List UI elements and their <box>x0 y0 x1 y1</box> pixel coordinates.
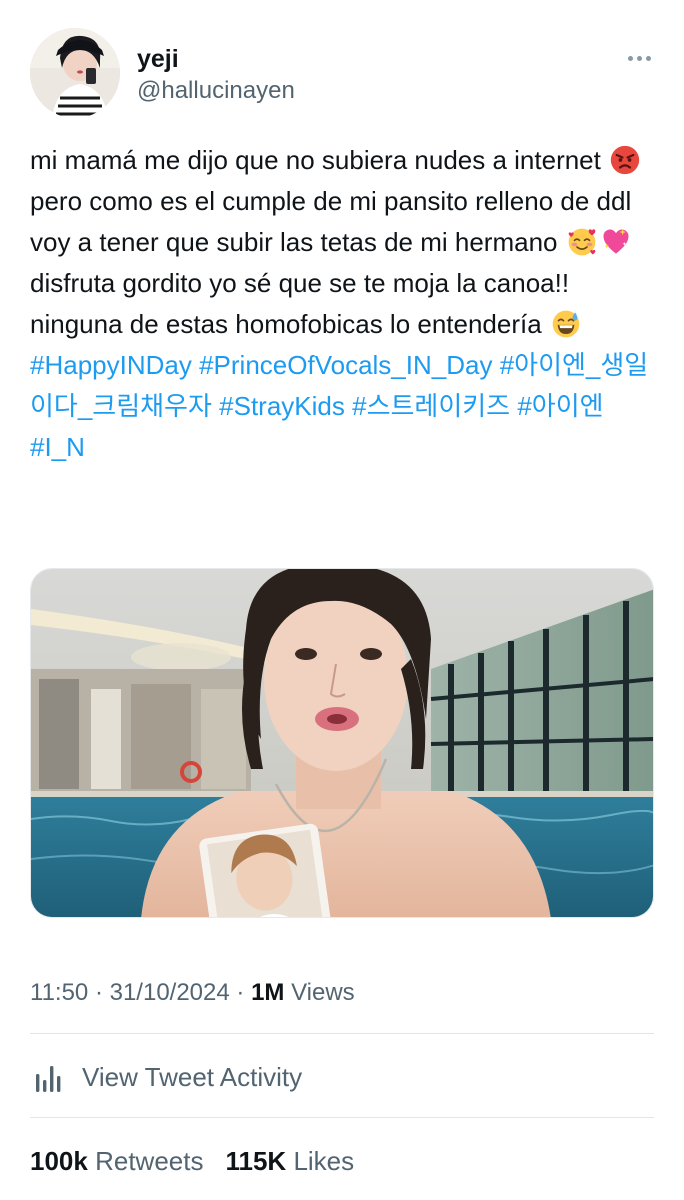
user-handle[interactable]: @hallucinayen <box>137 76 295 106</box>
more-dot-icon <box>636 55 642 61</box>
likes-stat[interactable]: 115K Likes <box>225 1143 354 1179</box>
retweets-stat[interactable]: 100k Retweets <box>30 1143 203 1179</box>
tweet-header: yeji @hallucinayen <box>30 28 654 118</box>
more-dot-icon <box>627 55 633 61</box>
author-names: yeji @hallucinayen <box>137 44 295 106</box>
avatar[interactable] <box>30 28 120 118</box>
tweet-meta: 11:50 · 31/10/2024 · 1M Views <box>30 976 355 1010</box>
tweet-text-part-3: disfruta gordito yo sé que se te moja la… <box>30 268 570 339</box>
view-tweet-activity-button[interactable]: View Tweet Activity <box>30 1057 302 1097</box>
tweet-text-part-2: pero como es el cumple de mi pansito rel… <box>30 186 632 257</box>
smiling-hearts-face-icon <box>568 228 596 256</box>
bar-chart-icon <box>30 1060 64 1094</box>
hashtag-link[interactable]: #I_N <box>30 432 85 462</box>
tweet-text: mi mamá me dijo que no subiera nudes a i… <box>30 140 654 468</box>
grinning-sweat-face-icon <box>552 310 580 338</box>
avatar-image <box>30 28 120 118</box>
hashtag-link[interactable]: #HappyINDay <box>30 350 192 380</box>
angry-face-icon <box>610 145 640 175</box>
hashtag-link[interactable]: #PrinceOfVocals_IN_Day <box>199 350 492 380</box>
more-options-button[interactable] <box>624 50 654 66</box>
hashtag-link[interactable]: #아이엔 <box>517 391 603 421</box>
divider <box>30 1033 654 1034</box>
retweets-count: 100k <box>30 1146 88 1176</box>
view-tweet-activity-label: View Tweet Activity <box>82 1061 303 1092</box>
tweet-stats: 100k Retweets 115K Likes <box>30 1143 354 1179</box>
hashtag-link[interactable]: #StrayKids <box>219 391 345 421</box>
retweets-label: Retweets <box>95 1146 204 1176</box>
likes-count: 115K <box>225 1146 287 1176</box>
pool-photo <box>31 569 653 917</box>
sparkling-heart-icon <box>603 228 629 254</box>
views-label: Views <box>291 979 355 1006</box>
hashtag-link[interactable]: #스트레이키즈 <box>352 391 510 421</box>
display-name[interactable]: yeji <box>137 44 295 74</box>
divider <box>30 1117 654 1118</box>
meta-separator: · <box>88 979 110 1006</box>
tweet-media-image[interactable] <box>30 568 654 918</box>
more-dot-icon <box>645 55 651 61</box>
meta-separator: · <box>229 979 252 1006</box>
tweet-date[interactable]: 31/10/2024 <box>110 979 230 1006</box>
tweet-text-part-1: mi mamá me dijo que no subiera nudes a i… <box>30 145 609 175</box>
likes-label: Likes <box>293 1146 355 1176</box>
tweet-time[interactable]: 11:50 <box>30 979 88 1006</box>
views-count: 1M <box>251 979 285 1006</box>
